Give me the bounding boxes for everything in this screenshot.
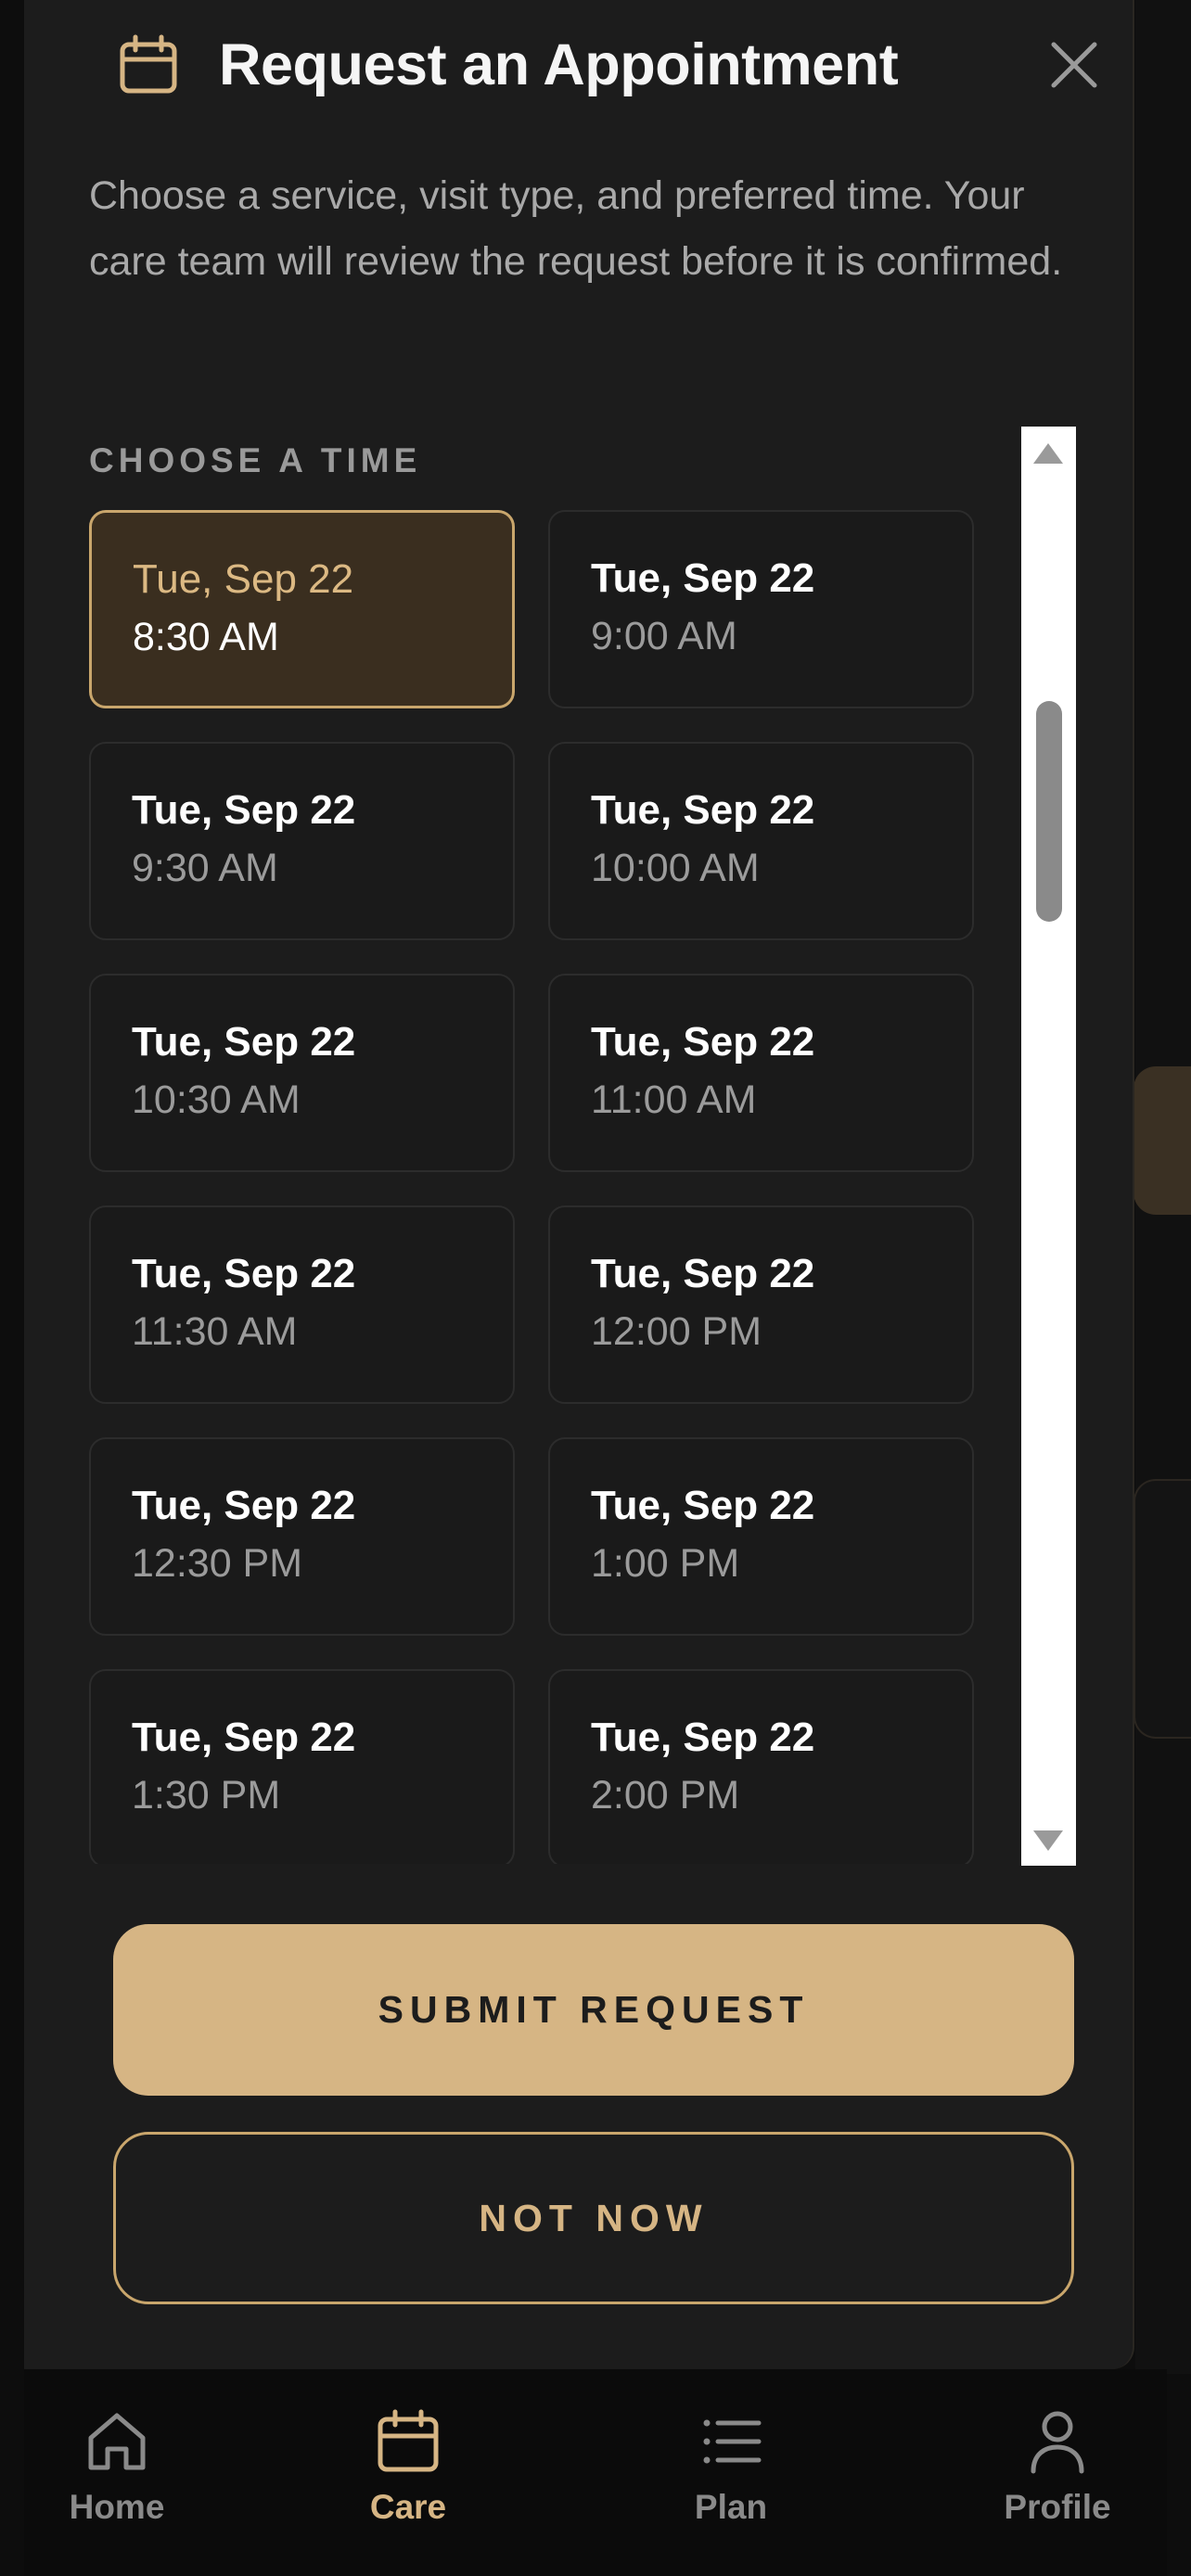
slot-date: Tue, Sep 22 (591, 1483, 815, 1528)
time-slot[interactable]: Tue, Sep 22 1:00 PM (548, 1437, 974, 1636)
time-slot[interactable]: Tue, Sep 22 11:00 AM (548, 974, 974, 1172)
slot-time: 8:30 AM (133, 615, 279, 659)
calendar-icon (120, 34, 177, 94)
section-label: CHOOSE A TIME (89, 441, 422, 479)
time-slot[interactable]: Tue, Sep 22 9:00 AM (548, 510, 974, 708)
list-icon (703, 2419, 762, 2464)
slot-date: Tue, Sep 22 (591, 787, 815, 833)
time-slot[interactable]: Tue, Sep 22 10:30 AM (89, 974, 515, 1172)
scrollbar-thumb[interactable] (1036, 701, 1062, 922)
background-card (1133, 1479, 1191, 1739)
slot-date: Tue, Sep 22 (591, 1251, 815, 1296)
slot-time: 9:30 AM (132, 846, 278, 890)
time-slot-list[interactable]: Tue, Sep 22 8:30 AM Tue, Sep 22 9:00 AM Tue,… (89, 510, 1007, 1864)
home-icon (88, 2413, 146, 2470)
time-slot[interactable]: Tue, Sep 22 2:00 PM (548, 1669, 974, 1864)
person-icon (1031, 2411, 1084, 2474)
slot-time: 11:00 AM (591, 1078, 757, 1122)
slot-time: 1:30 PM (132, 1773, 281, 1817)
slot-date: Tue, Sep 22 (132, 1019, 356, 1065)
time-slot[interactable]: Tue, Sep 22 1:30 PM (89, 1669, 515, 1864)
background-card (1133, 1066, 1191, 1215)
tab-label: Care (369, 2488, 447, 2526)
slot-time: 2:00 PM (591, 1773, 740, 1817)
scroll-up-arrow-icon[interactable] (1033, 443, 1063, 464)
slot-date: Tue, Sep 22 (132, 1715, 356, 1760)
time-slot[interactable]: Tue, Sep 22 10:00 AM (548, 742, 974, 940)
tab-profile[interactable]: Profile (965, 2369, 1150, 2576)
slot-time: 12:30 PM (132, 1541, 303, 1586)
time-slot[interactable]: Tue, Sep 22 11:30 AM (89, 1205, 515, 1404)
time-slot[interactable]: Tue, Sep 22 12:30 PM (89, 1437, 515, 1636)
calendar-icon (378, 2409, 439, 2472)
slot-date: Tue, Sep 22 (591, 1715, 815, 1760)
close-icon[interactable] (1044, 35, 1104, 95)
slot-time: 12:00 PM (591, 1309, 762, 1354)
slot-date: Tue, Sep 22 (591, 555, 815, 601)
tab-label: Plan (694, 2488, 768, 2526)
appointment-modal: Request an Appointment Choose a service,… (24, 0, 1134, 2369)
slot-date: Tue, Sep 22 (132, 1483, 356, 1528)
slot-time: 1:00 PM (591, 1541, 740, 1586)
slot-time: 10:30 AM (132, 1078, 301, 1122)
time-slot[interactable]: Tue, Sep 22 12:00 PM (548, 1205, 974, 1404)
time-slot-grid: Tue, Sep 22 8:30 AM Tue, Sep 22 9:00 AM Tue,… (89, 510, 1007, 1864)
not-now-button[interactable]: NOT NOW (113, 2132, 1074, 2304)
tab-label: Profile (1004, 2488, 1111, 2526)
bottom-tab-bar: Home Care Plan Profile (24, 2369, 1167, 2576)
slot-date: Tue, Sep 22 (133, 556, 354, 602)
tab-care[interactable]: Care (315, 2369, 501, 2576)
tab-plan[interactable]: Plan (638, 2369, 824, 2576)
slot-date: Tue, Sep 22 (591, 1019, 815, 1065)
modal-description: Choose a service, visit type, and prefer… (89, 173, 1063, 284)
slot-time: 9:00 AM (591, 614, 737, 658)
scroll-down-arrow-icon[interactable] (1033, 1830, 1063, 1851)
scrollbar[interactable] (1021, 427, 1076, 1866)
slot-time: 10:00 AM (591, 846, 760, 890)
slot-date: Tue, Sep 22 (132, 787, 356, 833)
time-slot[interactable]: Tue, Sep 22 9:30 AM (89, 742, 515, 940)
modal-header: Request an Appointment (89, 0, 1097, 130)
submit-request-button[interactable]: SUBMIT REQUEST (113, 1924, 1074, 2096)
tab-label: Home (69, 2488, 165, 2526)
slot-date: Tue, Sep 22 (132, 1251, 356, 1296)
time-slot[interactable]: Tue, Sep 22 8:30 AM (89, 510, 515, 708)
modal-title: Request an Appointment (219, 32, 899, 97)
tab-home[interactable]: Home (24, 2369, 210, 2576)
slot-time: 11:30 AM (132, 1309, 298, 1354)
